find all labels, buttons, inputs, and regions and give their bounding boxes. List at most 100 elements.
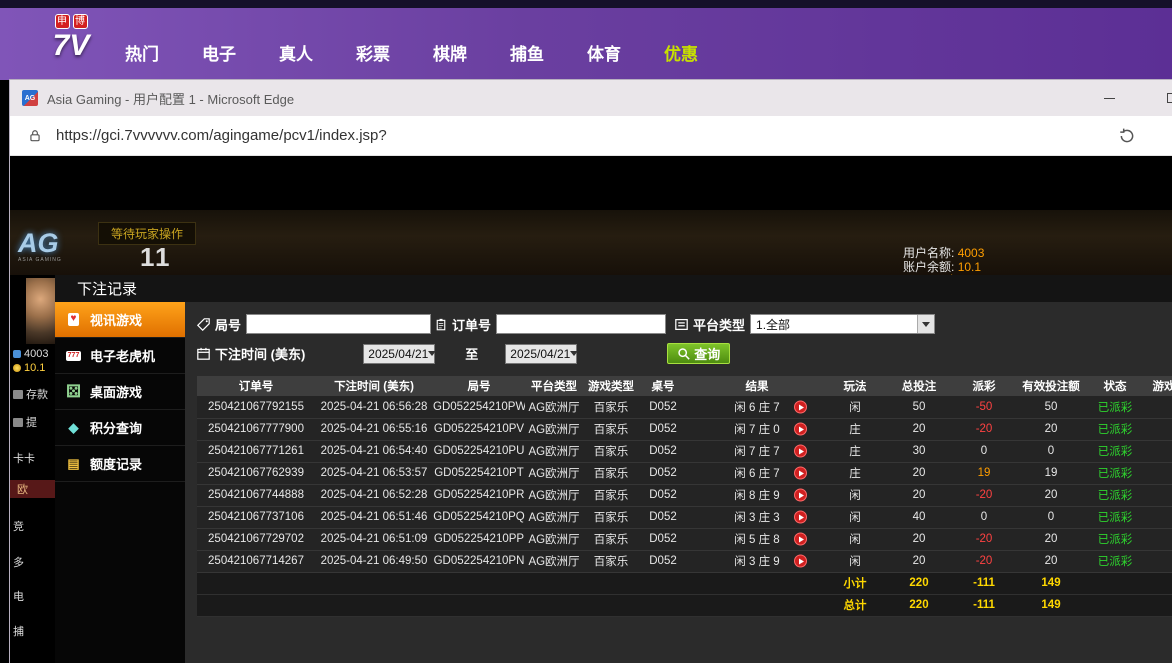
table-cell: D052: [639, 506, 687, 528]
payout-cell: -20: [955, 528, 1013, 550]
magnifier-icon: [677, 347, 690, 360]
left-menu-label: 10.1: [24, 362, 45, 374]
table-cell: D052: [639, 484, 687, 506]
left-menu-item[interactable]: 竞: [13, 518, 24, 534]
replay-button[interactable]: [794, 489, 807, 502]
bet-records-modal: 下注记录 视讯游戏电子老虎机桌面游戏积分查询额度记录 局号 订单号: [55, 275, 1172, 663]
replay-button[interactable]: [794, 400, 807, 413]
table-cell: 40: [883, 506, 955, 528]
summary-cell: [1089, 572, 1141, 594]
date-dropdown-icon: [428, 351, 436, 356]
table-cell: AG欧洲厅: [525, 418, 583, 440]
site-header: 申 博 7V 热门 电子 真人 彩票 棋牌 捕鱼 体育 优惠: [0, 8, 1172, 80]
minimize-button[interactable]: [1088, 80, 1130, 116]
column-header: 派彩: [955, 376, 1013, 396]
table-cell: AG欧洲厅: [525, 440, 583, 462]
column-header: 局号: [433, 376, 525, 396]
table-cell: 20: [883, 418, 955, 440]
table-cell: D052: [639, 418, 687, 440]
table-row: 2504210677448882025-04-21 06:52:28GD0522…: [197, 484, 1172, 506]
table-cell: 2025-04-21 06:55:16: [315, 418, 433, 440]
left-menu-item[interactable]: 捕: [13, 623, 24, 639]
platform-select[interactable]: 1.全部: [750, 314, 935, 334]
table-cell: 20: [1013, 484, 1089, 506]
result-cell: 闲 8 庄 9: [687, 484, 827, 506]
platform-selected-value: 1.全部: [756, 316, 790, 333]
nav-item[interactable]: 优惠: [664, 40, 698, 65]
calendar-icon: [197, 347, 210, 360]
table-cell: 闲: [827, 484, 883, 506]
left-menu-item[interactable]: 卡卡: [13, 450, 35, 466]
order-label: 订单号: [452, 315, 491, 334]
summary-cell: [687, 572, 827, 594]
result-cell: 闲 7 庄 7: [687, 440, 827, 462]
logo-badges: 申 博: [40, 14, 102, 29]
sidebar-item[interactable]: 额度记录: [55, 446, 185, 482]
left-menu-item[interactable]: 欧: [10, 480, 55, 498]
round-label: 局号: [215, 315, 241, 334]
payout-cell: -20: [955, 484, 1013, 506]
table-cell: GD052254210PU: [433, 440, 525, 462]
bet-table-body: 2504210677921552025-04-21 06:56:28GD0522…: [197, 396, 1172, 616]
table-cell: 庄: [827, 440, 883, 462]
replay-button[interactable]: [794, 511, 807, 524]
status-cell: 已派彩: [1089, 440, 1141, 462]
table-cell: GD052254210PR: [433, 484, 525, 506]
reload-icon[interactable]: [1118, 127, 1136, 145]
sidebar-item-label: 额度记录: [90, 454, 142, 473]
table-cell: 百家乐: [583, 462, 639, 484]
replay-button[interactable]: [794, 467, 807, 480]
nav-item[interactable]: 热门: [125, 40, 159, 65]
nav-item[interactable]: 体育: [587, 40, 621, 65]
sidebar-item[interactable]: 视讯游戏: [55, 302, 185, 338]
search-button[interactable]: 查询: [667, 343, 730, 364]
left-menu-item[interactable]: 电: [13, 588, 24, 604]
summary-cell: [1141, 572, 1172, 594]
table-cell: 2025-04-21 06:56:28: [315, 396, 433, 418]
order-filter: 订单号: [435, 314, 666, 334]
nav-item[interactable]: 捕鱼: [510, 40, 544, 65]
replay-button[interactable]: [794, 445, 807, 458]
nav-item[interactable]: 棋牌: [433, 40, 467, 65]
maximize-button[interactable]: [1167, 93, 1172, 103]
replay-button[interactable]: [794, 555, 807, 568]
column-header: 平台类型: [525, 376, 583, 396]
nav-item[interactable]: 真人: [279, 40, 313, 65]
order-input[interactable]: [496, 314, 666, 334]
tag-icon: [197, 318, 210, 331]
sidebar-item[interactable]: 桌面游戏: [55, 374, 185, 410]
summary-cell: [433, 572, 525, 594]
left-menu-item[interactable]: 多: [13, 554, 24, 570]
sidebar-item[interactable]: 积分查询: [55, 410, 185, 446]
result-text: 闲 7 庄 0: [734, 424, 779, 436]
table-cell: AG欧洲厅: [525, 462, 583, 484]
table-cell: 250421067714267: [197, 550, 315, 572]
date-to-picker[interactable]: 2025/04/21: [505, 344, 577, 364]
replay-button[interactable]: [794, 533, 807, 546]
payout-cell: -50: [955, 396, 1013, 418]
left-menu-label: 多: [13, 554, 24, 570]
table-cell: 19: [1013, 462, 1089, 484]
date-from-picker[interactable]: 2025/04/21: [363, 344, 435, 364]
site-logo[interactable]: 申 博 7V: [40, 14, 102, 64]
result-text: 闲 6 庄 7: [734, 468, 779, 480]
left-menu-item[interactable]: 4003: [13, 348, 48, 360]
browser-urlbar[interactable]: https://gci.7vvvvvv.com/agingame/pcv1/in…: [10, 116, 1172, 156]
left-menu-item[interactable]: 10.1: [13, 362, 45, 374]
left-menu-item[interactable]: 提: [13, 414, 37, 430]
sidebar-item[interactable]: 电子老虎机: [55, 338, 185, 374]
browser-titlebar[interactable]: AG Asia Gaming - 用户配置 1 - Microsoft Edge: [10, 80, 1172, 116]
table-cell: [1141, 550, 1172, 572]
replay-button[interactable]: [794, 423, 807, 436]
left-menu-item[interactable]: 存款: [13, 386, 48, 402]
summary-cell: 小计: [827, 572, 883, 594]
table-cell: 250421067729702: [197, 528, 315, 550]
nav-item[interactable]: 电子: [202, 40, 236, 65]
url-text[interactable]: https://gci.7vvvvvv.com/agingame/pcv1/in…: [56, 127, 387, 144]
nav-item[interactable]: 彩票: [356, 40, 390, 65]
modal-content: 局号 订单号 平台类型 1.全部: [185, 302, 1172, 663]
round-input[interactable]: [246, 314, 431, 334]
clipboard-icon: [435, 318, 447, 331]
table-cell: 百家乐: [583, 506, 639, 528]
table-cell: 20: [883, 462, 955, 484]
